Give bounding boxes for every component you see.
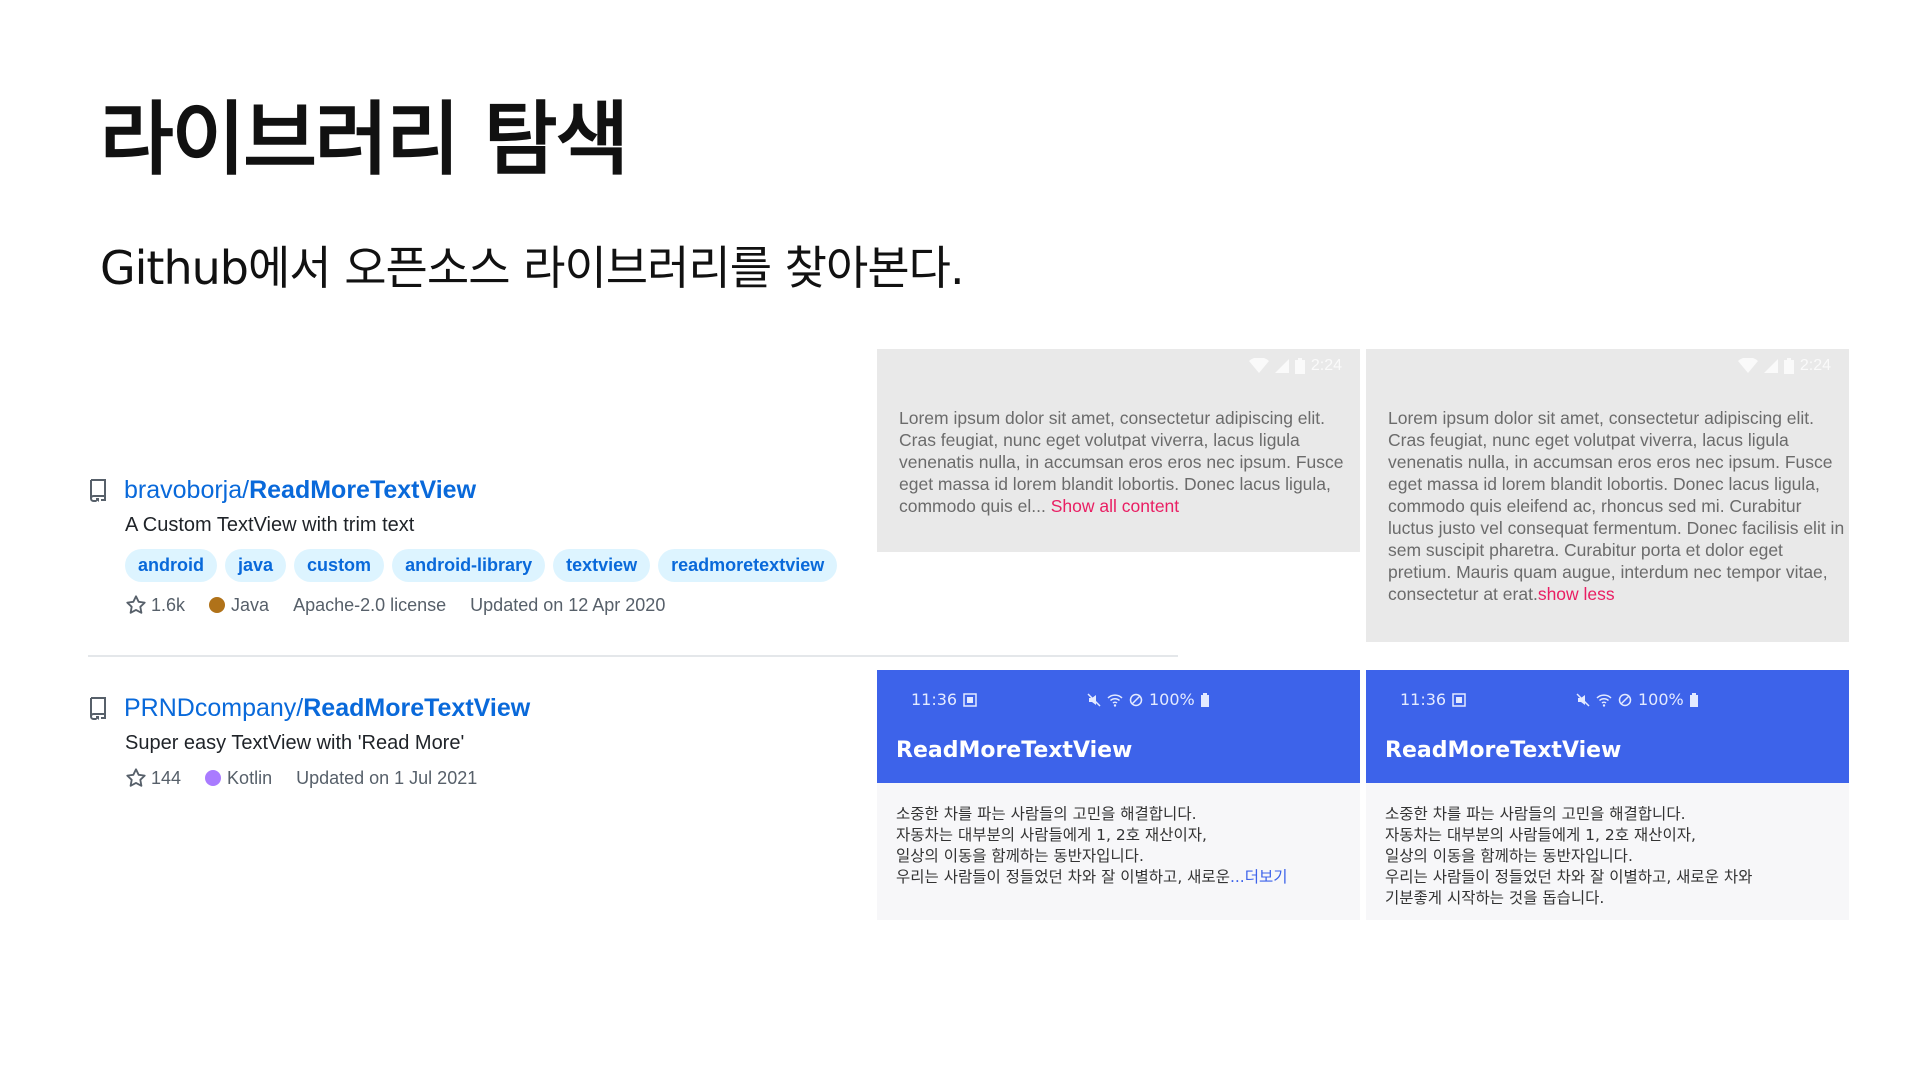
status-time: 2:24 — [1799, 357, 1831, 374]
star-count-value: 1.6k — [151, 594, 186, 615]
text-line: 자동차는 대부분의 사람들에게 1, 2호 재산이자, — [1385, 826, 1696, 844]
battery-icon — [1689, 692, 1698, 707]
status-bar: 2:24 — [1737, 357, 1831, 375]
signal-icon — [1274, 359, 1289, 373]
wifi-icon — [1596, 693, 1612, 707]
text-line: 소중한 차를 파는 사람들의 고민을 해결합니다. — [1385, 805, 1686, 823]
status-time: 2:24 — [1310, 357, 1342, 374]
mute-icon — [1087, 692, 1101, 707]
screenshot-collapsed-lorem: 2:24 Lorem ipsum dolor sit amet, consect… — [877, 349, 1360, 552]
repo-name[interactable]: ReadMoreTextView — [303, 694, 530, 722]
repo-language: Kotlin — [205, 768, 272, 789]
slide-title: 라이브러리 탐색 — [100, 93, 629, 186]
language-label: Kotlin — [227, 767, 273, 788]
repo-owner[interactable]: PRNDcompany — [124, 694, 296, 722]
battery-level: 100% — [1638, 690, 1684, 709]
star-icon — [126, 595, 146, 614]
repo-icon — [88, 478, 110, 502]
language-color-dot — [209, 597, 226, 613]
app-bar — [1366, 670, 1849, 783]
topic-list: android java custom android-library text… — [125, 549, 838, 582]
app-title: ReadMoreTextView — [896, 738, 1133, 763]
screenshot-icon — [963, 692, 977, 707]
battery-icon — [1294, 358, 1305, 374]
battery-level: 100% — [1149, 690, 1195, 709]
lorem-text: Lorem ipsum dolor sit amet, consectetur … — [1388, 407, 1849, 605]
topic-tag[interactable]: java — [225, 549, 287, 582]
status-bar-right: 100% — [1087, 690, 1209, 709]
text-line: 일상의 이동을 함께하는 동반자입니다. — [1385, 847, 1633, 865]
topic-tag[interactable]: readmoretextview — [658, 549, 838, 582]
text-line: 소중한 차를 파는 사람들의 고민을 해결합니다. — [896, 805, 1197, 823]
screenshot-expanded-korean: 11:36 100% ReadMoreTextView 소중한 차를 파는 사람… — [1366, 670, 1849, 920]
star-count[interactable]: 1.6k — [125, 594, 185, 616]
repo-link[interactable]: PRNDcompany/ReadMoreTextView — [124, 694, 530, 723]
repo-license: Apache-2.0 license — [293, 594, 447, 615]
language-label: Java — [231, 594, 270, 615]
status-bar-right: 100% — [1576, 690, 1698, 709]
status-time: 11:36 — [911, 690, 958, 709]
status-bar-left: 11:36 — [1400, 690, 1466, 709]
status-bar: 2:24 — [1248, 357, 1342, 375]
repo-meta: 144 Kotlin Updated on 1 Jul 2021 — [125, 767, 530, 789]
dnd-icon — [1618, 693, 1632, 706]
korean-text: 소중한 차를 파는 사람들의 고민을 해결합니다. 자동차는 대부분의 사람들에… — [1385, 804, 1752, 909]
status-time: 11:36 — [1400, 690, 1447, 709]
wifi-icon — [1737, 358, 1758, 373]
battery-icon — [1783, 358, 1794, 374]
screenshot-icon — [1452, 692, 1466, 707]
app-bar — [877, 670, 1360, 783]
star-icon — [126, 768, 146, 787]
lorem-text: Lorem ipsum dolor sit amet, consectetur … — [899, 407, 1360, 517]
topic-tag[interactable]: textview — [553, 549, 651, 582]
star-count[interactable]: 144 — [125, 767, 181, 789]
screenshot-expanded-lorem: 2:24 Lorem ipsum dolor sit amet, consect… — [1366, 349, 1849, 642]
slide-subtitle: Github에서 오픈소스 라이브러리를 찾아본다. — [100, 241, 965, 295]
repo-meta: 1.6k Java Apache-2.0 license Updated on … — [125, 594, 837, 616]
repo-icon — [88, 696, 110, 720]
screenshot-collapsed-korean: 11:36 100% ReadMoreTextView 소중한 차를 파는 사람… — [877, 670, 1360, 920]
topic-tag[interactable]: android — [125, 549, 217, 582]
repo-language: Java — [209, 595, 269, 616]
mute-icon — [1576, 692, 1590, 707]
battery-icon — [1200, 692, 1209, 707]
repo-name[interactable]: ReadMoreTextView — [249, 476, 476, 504]
repo-updated: Updated on 1 Jul 2021 — [296, 767, 478, 788]
text-line-last: 우리는 사람들이 정들었던 차와 잘 이별하고, 새로운 — [896, 868, 1230, 886]
show-all-link[interactable]: Show all content — [1046, 496, 1179, 516]
text-line: 우리는 사람들이 정들었던 차와 잘 이별하고, 새로운...더보기 — [896, 867, 1288, 888]
wifi-icon — [1248, 358, 1269, 373]
text-line: 일상의 이동을 함께하는 동반자입니다. — [896, 847, 1144, 865]
show-less-link[interactable]: show less — [1538, 584, 1615, 604]
read-more-link[interactable]: ...더보기 — [1230, 868, 1288, 886]
topic-tag[interactable]: custom — [294, 549, 385, 582]
status-bar-left: 11:36 — [911, 690, 977, 709]
text-line: 기분좋게 시작하는 것을 돕습니다. — [1385, 889, 1605, 907]
repo-description: A Custom TextView with trim text — [125, 514, 415, 536]
repo-updated: Updated on 12 Apr 2020 — [470, 594, 666, 615]
wifi-icon — [1107, 693, 1123, 707]
divider — [88, 655, 1178, 657]
repo-description: Super easy TextView with 'Read More' — [125, 732, 465, 754]
text-line: 우리는 사람들이 정들었던 차와 잘 이별하고, 새로운 차와 — [1385, 868, 1753, 886]
korean-text: 소중한 차를 파는 사람들의 고민을 해결합니다. 자동차는 대부분의 사람들에… — [896, 804, 1288, 888]
language-color-dot — [205, 770, 222, 786]
repo-card-bravoborja: bravoborja/ReadMoreTextView A Custom Tex… — [88, 470, 838, 616]
topic-tag[interactable]: android-library — [392, 549, 546, 582]
repo-link[interactable]: bravoborja/ReadMoreTextView — [124, 476, 476, 505]
repo-owner[interactable]: bravoborja — [124, 476, 242, 504]
star-count-value: 144 — [151, 767, 182, 788]
app-title: ReadMoreTextView — [1385, 738, 1622, 763]
repo-card-prndcompany: PRNDcompany/ReadMoreTextView Super easy … — [88, 688, 530, 789]
signal-icon — [1763, 359, 1778, 373]
lorem-body: Lorem ipsum dolor sit amet, consectetur … — [1388, 408, 1845, 604]
text-line: 자동차는 대부분의 사람들에게 1, 2호 재산이자, — [896, 826, 1207, 844]
dnd-icon — [1129, 693, 1143, 706]
